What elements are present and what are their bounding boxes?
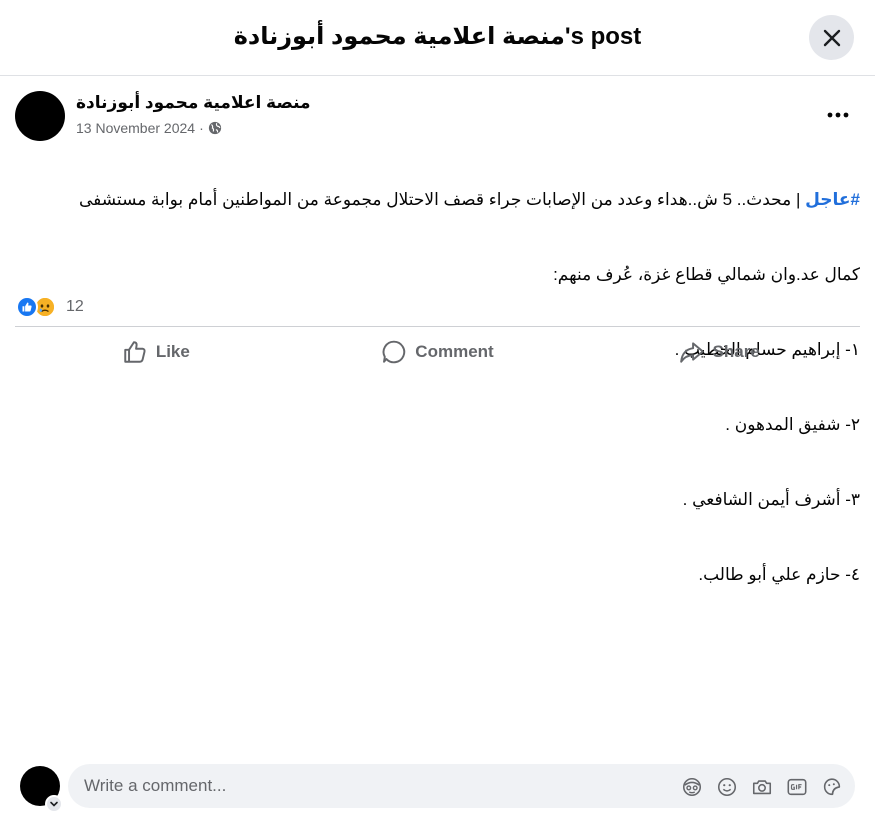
gif-icon[interactable] (785, 775, 808, 798)
hashtag-link[interactable]: #عاجل (805, 190, 860, 209)
action-bar: Like Comment Share (15, 332, 860, 372)
comment-button[interactable]: Comment (297, 332, 579, 372)
avatar-switcher[interactable] (45, 795, 63, 813)
name-item: ٤- حازم علي أبو طالب. (698, 565, 860, 584)
comment-bubble-icon (382, 340, 406, 364)
dialog-header: منصة اعلامية محمود أبوزنادة's post (0, 0, 875, 76)
more-options-button[interactable] (823, 100, 853, 130)
comment-input[interactable] (82, 764, 642, 808)
post-line-1-text: | محدث.. 5 ش..هداء وعدد من الإصابات جراء… (79, 190, 806, 209)
composer-tools (680, 775, 843, 798)
more-dots-icon (827, 112, 849, 118)
share-arrow-icon (679, 342, 704, 363)
chevron-down-icon (50, 801, 58, 807)
close-icon (823, 29, 840, 46)
close-button[interactable] (809, 15, 854, 60)
dialog-title: منصة اعلامية محمود أبوزنادة's post (233, 23, 642, 50)
post-meta: 13 November 2024 · (76, 118, 222, 138)
sticker-icon[interactable] (820, 775, 843, 798)
like-icon (16, 296, 38, 318)
emoji-icon[interactable] (715, 775, 738, 798)
post-dialog: منصة اعلامية محمود أبوزنادة's post منصة … (0, 0, 875, 832)
post-date[interactable]: 13 November 2024 (76, 118, 195, 138)
like-label: Like (155, 342, 190, 361)
globe-icon (208, 121, 222, 135)
share-label: Share (712, 342, 760, 361)
like-button[interactable]: Like (15, 332, 297, 372)
post-line-2: كمال عد.وان شمالي قطاع غزة، عُرف منهم: (553, 265, 860, 284)
name-item: ٣- أشرف أيمن الشافعي . (682, 490, 860, 509)
post-line-1: #عاجل | محدث.. 5 ش..هداء وعدد من الإصابا… (15, 187, 860, 212)
name-item: ٢- شفيق المدهون . (725, 415, 860, 434)
share-button[interactable]: Share (578, 332, 860, 372)
author-name[interactable]: منصة اعلامية محمود أبوزنادة (76, 92, 311, 114)
post-text: #عاجل | محدث.. 5 ش..هداء وعدد من الإصابا… (15, 137, 860, 637)
avatar-sticker-icon[interactable] (680, 775, 703, 798)
thumbs-up-icon (124, 341, 146, 363)
reactions-summary[interactable]: 12 (16, 294, 84, 320)
camera-icon[interactable] (750, 775, 773, 798)
meta-separator: · (199, 120, 204, 136)
comment-composer (68, 764, 855, 808)
divider (15, 326, 860, 327)
reaction-count: 12 (66, 298, 84, 315)
author-avatar[interactable] (15, 91, 65, 141)
comment-label: Comment (415, 342, 494, 361)
